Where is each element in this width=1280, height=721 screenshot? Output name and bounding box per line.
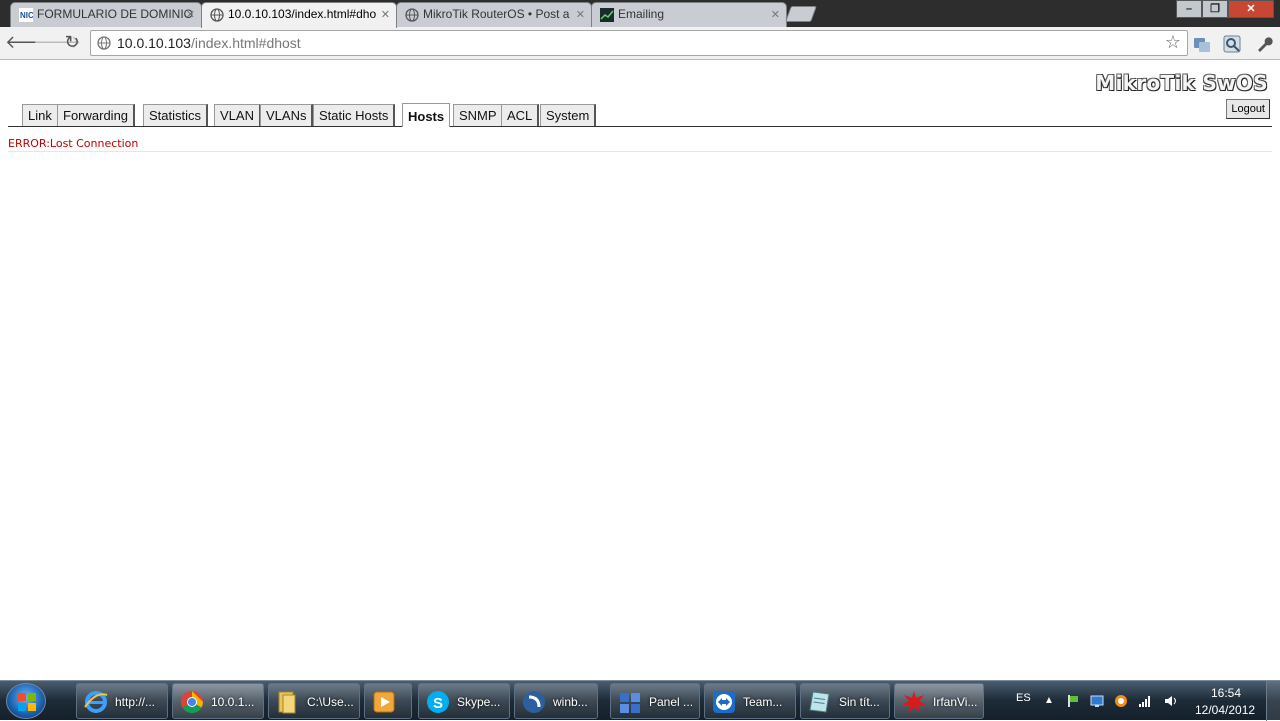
page-info-icon[interactable]	[97, 36, 111, 50]
back-arrow-icon[interactable]: 🡐	[5, 32, 53, 54]
taskbar-item-panel[interactable]: Panel ...	[610, 683, 700, 719]
language-indicator[interactable]: ES	[1016, 692, 1031, 704]
internet-explorer-icon	[84, 691, 108, 713]
tab-statistics[interactable]: Statistics	[143, 104, 209, 126]
winbox-icon	[523, 691, 545, 713]
show-hidden-icons-icon[interactable]: ▲	[1044, 695, 1058, 709]
taskbar-item-label: Sin tít...	[839, 695, 880, 709]
signal-strength-icon[interactable]	[1138, 694, 1152, 708]
close-window-button[interactable]: ✕	[1228, 0, 1274, 18]
browser-tab-title: FORMULARIO DE DOMINIO	[37, 7, 194, 21]
nav-tabs: Link Forwarding Statistics VLAN VLANs St…	[8, 103, 1272, 127]
minimize-button[interactable]: –	[1176, 0, 1202, 18]
volume-icon[interactable]	[1164, 694, 1178, 708]
windows-logo-icon	[18, 693, 36, 711]
network-tray-icon[interactable]	[1090, 694, 1104, 708]
taskbar-item-label: IrfanVi...	[933, 695, 978, 709]
globe-icon	[405, 8, 419, 22]
extension-icon[interactable]	[1222, 34, 1242, 54]
new-tab-button[interactable]	[785, 6, 817, 22]
taskbar-item-teamviewer[interactable]: Team...	[704, 683, 796, 719]
address-bar[interactable]: 10.0.10.103/index.html#dhost ☆	[90, 30, 1188, 56]
reload-icon[interactable]: ↻	[61, 32, 83, 54]
tab-vlan[interactable]: VLAN	[214, 104, 261, 126]
browser-toolbar: 🡐 🡒 ↻ 10.0.10.103/index.html#dhost ☆	[0, 27, 1280, 60]
browser-tab-title: MikroTik RouterOS • Post a	[423, 7, 570, 21]
browser-titlebar: NIC FORMULARIO DE DOMINIO ✕ 10.0.10.103/…	[0, 0, 1280, 28]
taskbar-item-label: Skype...	[457, 695, 501, 709]
tab-close-icon[interactable]: ✕	[576, 8, 585, 21]
taskbar-item-label: Team...	[743, 695, 783, 709]
tab-system[interactable]: System	[540, 104, 597, 126]
action-center-flag-icon[interactable]	[1066, 694, 1080, 708]
taskbar-item-label: C:\Use...	[307, 695, 354, 709]
globe-icon	[210, 8, 224, 22]
start-button[interactable]	[6, 683, 46, 719]
notepad-icon	[809, 691, 830, 713]
page-content: MikroTik SwOS Logout Link Forwarding Sta…	[0, 61, 1280, 681]
tab-static-hosts[interactable]: Static Hosts	[313, 104, 396, 126]
taskbar: http://... 10.0.1... C:\Use... S Skype..…	[0, 680, 1280, 721]
taskbar-item-label: 10.0.1...	[211, 695, 255, 709]
avast-tray-icon[interactable]	[1114, 694, 1128, 708]
clock-time[interactable]: 16:54	[1211, 686, 1241, 700]
taskbar-item-explorer[interactable]: C:\Use...	[268, 683, 360, 719]
tab-link[interactable]: Link	[22, 104, 59, 126]
chart-favicon-icon	[600, 8, 614, 22]
tab-vlans[interactable]: VLANs	[260, 104, 314, 126]
url-path: /index.html#dhost	[190, 35, 301, 51]
taskbar-item-label: http://...	[115, 695, 156, 709]
taskbar-item-media-player[interactable]	[364, 683, 412, 719]
browser-tab-title: 10.0.10.103/index.html#dho	[228, 7, 377, 21]
teamviewer-icon	[713, 691, 735, 713]
tab-close-icon[interactable]: ✕	[381, 8, 390, 21]
browser-tab-formulario[interactable]: NIC FORMULARIO DE DOMINIO ✕	[10, 2, 202, 27]
taskbar-item-label: Panel ...	[649, 695, 694, 709]
forward-arrow-icon[interactable]: 🡒	[33, 32, 81, 54]
svg-text:S: S	[433, 695, 443, 712]
panel-icon	[620, 693, 640, 713]
clock-date[interactable]: 12/04/2012	[1195, 703, 1255, 717]
error-message: ERROR:Lost Connection	[8, 137, 1272, 152]
tab-snmp[interactable]: SNMP	[453, 104, 504, 126]
url-text: 10.0.10.103/index.html#dhost	[117, 35, 301, 51]
taskbar-item-chrome[interactable]: 10.0.1...	[172, 683, 264, 719]
tab-hosts[interactable]: Hosts	[402, 103, 451, 127]
taskbar-item-skype[interactable]: S Skype...	[418, 683, 510, 719]
browser-tab-emailing[interactable]: Emailing ✕	[591, 2, 787, 27]
browser-tab-swos[interactable]: 10.0.10.103/index.html#dho ✕	[201, 2, 397, 28]
wrench-icon[interactable]	[1254, 34, 1274, 54]
skype-icon: S	[427, 691, 449, 713]
tab-close-icon[interactable]: ✕	[771, 8, 780, 21]
taskbar-item-irfanview[interactable]: IrfanVi...	[894, 683, 984, 719]
irfanview-icon	[902, 691, 926, 713]
tab-acl[interactable]: ACL	[501, 104, 540, 126]
translate-icon[interactable]	[1192, 34, 1212, 54]
nic-favicon-icon: NIC	[19, 8, 33, 22]
tab-forwarding[interactable]: Forwarding	[57, 104, 136, 126]
taskbar-item-notepad[interactable]: Sin tít...	[800, 683, 890, 719]
taskbar-item-ie[interactable]: http://...	[76, 683, 168, 719]
maximize-button[interactable]: ❐	[1202, 0, 1228, 18]
brand-title: MikroTik SwOS	[1095, 71, 1268, 95]
taskbar-item-label: winb...	[553, 695, 588, 709]
bookmark-star-icon[interactable]: ☆	[1165, 32, 1181, 53]
svg-text:NIC: NIC	[20, 11, 33, 20]
taskbar-item-winbox[interactable]: winb...	[514, 683, 598, 719]
chrome-icon	[181, 691, 203, 713]
tab-close-icon[interactable]: ✕	[186, 8, 195, 21]
folder-icon	[278, 691, 296, 714]
system-tray: ES ▲ 16:54 12/04/2012	[1008, 681, 1280, 721]
media-player-icon	[373, 691, 395, 713]
browser-tab-title: Emailing	[618, 7, 665, 21]
browser-tab-mikrotik-post[interactable]: MikroTik RouterOS • Post a ✕	[396, 2, 592, 27]
url-host: 10.0.10.103	[117, 35, 191, 51]
show-desktop-button[interactable]	[1266, 681, 1280, 721]
